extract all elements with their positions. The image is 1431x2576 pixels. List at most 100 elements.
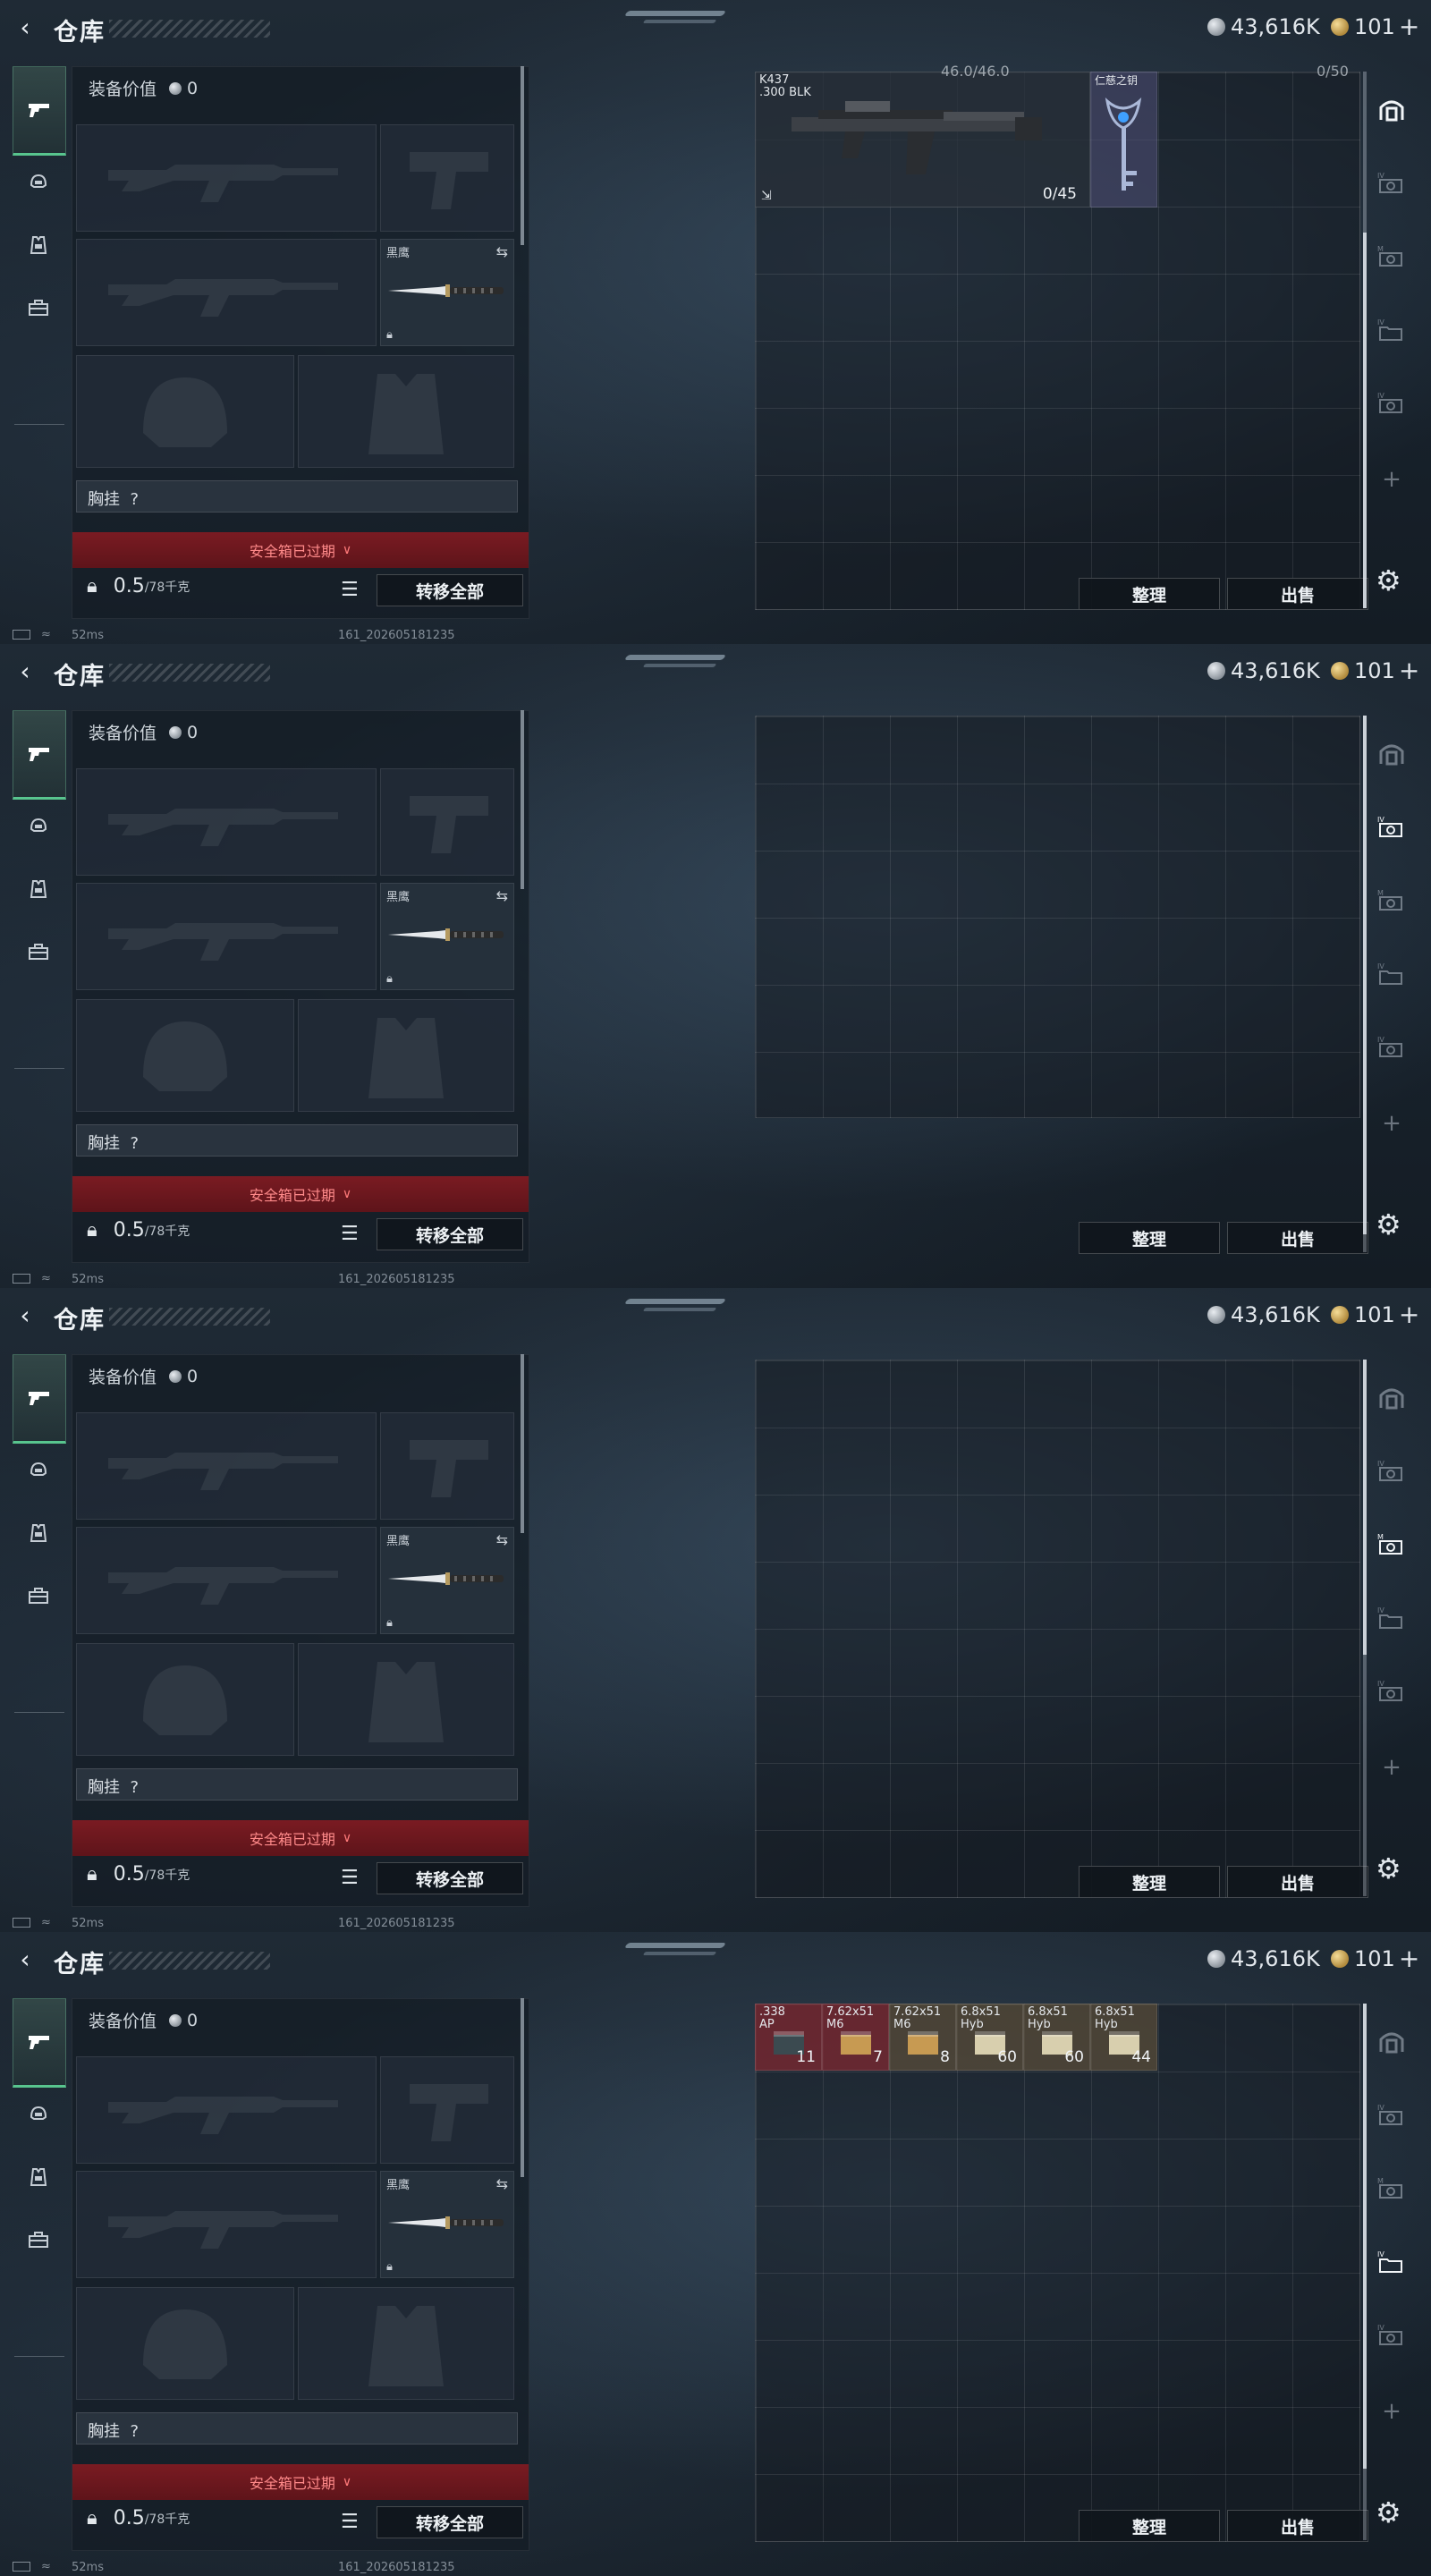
settings-gear-icon[interactable]: ⚙ bbox=[1376, 564, 1401, 597]
tab-stash-page-1[interactable]: IV bbox=[1370, 1449, 1413, 1492]
tab-armor[interactable] bbox=[13, 1506, 64, 1560]
tab-backpack[interactable] bbox=[13, 281, 64, 335]
tab-backpack[interactable] bbox=[13, 1569, 64, 1623]
swap-icon[interactable]: ⇆ bbox=[496, 243, 508, 260]
stash-item-ammo[interactable]: 7.62x51 M6 7 bbox=[822, 2004, 889, 2071]
tab-armor[interactable] bbox=[13, 862, 64, 916]
chest-rig-row[interactable]: 胸挂 ? bbox=[76, 2412, 518, 2445]
tab-weapons[interactable] bbox=[13, 1998, 66, 2088]
sort-button[interactable]: 整理 bbox=[1079, 578, 1220, 610]
stash-scrollbar-thumb[interactable] bbox=[1363, 1360, 1367, 1655]
stash-item-ammo[interactable]: 6.8x51 Hyb 44 bbox=[1090, 2004, 1157, 2071]
add-currency-plus-icon[interactable]: + bbox=[1399, 14, 1419, 39]
tab-stash-page-2[interactable]: M bbox=[1370, 2166, 1413, 2209]
tab-stash-page-3[interactable]: IV bbox=[1370, 2240, 1413, 2283]
gold-currency[interactable]: 101 + bbox=[1331, 658, 1419, 683]
list-icon[interactable]: ☰ bbox=[341, 2511, 359, 2533]
safe-box-expired-banner[interactable]: 安全箱已过期 ∨ bbox=[72, 1820, 529, 1856]
gold-currency[interactable]: 101 + bbox=[1331, 1946, 1419, 1971]
tab-stash-home[interactable] bbox=[1370, 2020, 1413, 2063]
stash-grid[interactable] bbox=[755, 716, 1360, 1118]
sell-button[interactable]: 出售 bbox=[1227, 2510, 1368, 2542]
melee-slot[interactable]: 黑鹰 ⇆ 🔒︎ bbox=[380, 2171, 514, 2278]
tab-stash-page-1[interactable]: IV bbox=[1370, 161, 1413, 204]
tab-helmet[interactable] bbox=[13, 2088, 64, 2141]
tab-weapons[interactable] bbox=[13, 66, 66, 156]
sort-button[interactable]: 整理 bbox=[1079, 2510, 1220, 2542]
pistol-slot[interactable] bbox=[380, 768, 514, 876]
tab-stash-home[interactable] bbox=[1370, 88, 1413, 131]
tab-weapons[interactable] bbox=[13, 710, 66, 800]
add-currency-plus-icon[interactable]: + bbox=[1399, 1302, 1419, 1327]
add-currency-plus-icon[interactable]: + bbox=[1399, 1946, 1419, 1971]
primary-weapon-slot[interactable] bbox=[76, 1412, 377, 1520]
tab-stash-page-1[interactable]: IV bbox=[1370, 2093, 1413, 2136]
tab-stash-page-3[interactable]: IV bbox=[1370, 308, 1413, 351]
sort-button[interactable]: 整理 bbox=[1079, 1866, 1220, 1898]
sell-button[interactable]: 出售 bbox=[1227, 1866, 1368, 1898]
pistol-slot[interactable] bbox=[380, 124, 514, 232]
stash-scrollbar-thumb[interactable] bbox=[1363, 716, 1367, 1234]
tab-stash-page-3[interactable]: IV bbox=[1370, 952, 1413, 995]
primary-weapon-slot[interactable] bbox=[76, 768, 377, 876]
tab-stash-page-2[interactable]: M bbox=[1370, 878, 1413, 921]
add-stash-page-plus-icon[interactable]: + bbox=[1370, 1102, 1413, 1145]
stash-scrollbar[interactable] bbox=[1363, 1360, 1367, 1896]
tab-weapons[interactable] bbox=[13, 1354, 66, 1444]
transfer-all-button[interactable]: 转移全部 bbox=[377, 574, 523, 606]
equipment-scrollbar[interactable] bbox=[521, 1354, 524, 1533]
add-stash-page-plus-icon[interactable]: + bbox=[1370, 1746, 1413, 1789]
swap-icon[interactable]: ⇆ bbox=[496, 2175, 508, 2192]
stash-item-rifle[interactable]: K437.300 BLK ⇲ 0/45 bbox=[755, 72, 1090, 208]
tab-helmet[interactable] bbox=[13, 800, 64, 853]
tab-helmet[interactable] bbox=[13, 1444, 64, 1497]
list-icon[interactable]: ☰ bbox=[341, 1867, 359, 1889]
add-stash-page-plus-icon[interactable]: + bbox=[1370, 2390, 1413, 2433]
helmet-slot[interactable] bbox=[76, 2287, 294, 2400]
stash-grid[interactable] bbox=[755, 2004, 1360, 2542]
primary-weapon-slot[interactable] bbox=[76, 2056, 377, 2164]
sell-button[interactable]: 出售 bbox=[1227, 1222, 1368, 1254]
armor-slot[interactable] bbox=[298, 1643, 514, 1756]
transfer-all-button[interactable]: 转移全部 bbox=[377, 1218, 523, 1250]
stash-grid[interactable] bbox=[755, 1360, 1360, 1898]
stash-item-ammo[interactable]: 6.8x51 Hyb 60 bbox=[1023, 2004, 1090, 2071]
tab-stash-home[interactable] bbox=[1370, 732, 1413, 775]
tab-stash-home[interactable] bbox=[1370, 1376, 1413, 1419]
stash-item-ammo[interactable]: 6.8x51 Hyb 60 bbox=[956, 2004, 1023, 2071]
stash-scrollbar-thumb[interactable] bbox=[1363, 2004, 1367, 2469]
tab-stash-page-4[interactable]: IV bbox=[1370, 381, 1413, 424]
stash-item-key[interactable]: 仁慈之钥 bbox=[1090, 72, 1157, 208]
safe-box-expired-banner[interactable]: 安全箱已过期 ∨ bbox=[72, 2464, 529, 2500]
sell-button[interactable]: 出售 bbox=[1227, 578, 1368, 610]
chest-rig-row[interactable]: 胸挂 ? bbox=[76, 1124, 518, 1157]
secondary-weapon-slot[interactable] bbox=[76, 239, 377, 346]
tab-stash-page-4[interactable]: IV bbox=[1370, 1025, 1413, 1068]
secondary-weapon-slot[interactable] bbox=[76, 1527, 377, 1634]
settings-gear-icon[interactable]: ⚙ bbox=[1376, 1208, 1401, 1241]
pistol-slot[interactable] bbox=[380, 1412, 514, 1520]
chest-rig-row[interactable]: 胸挂 ? bbox=[76, 480, 518, 513]
transfer-all-button[interactable]: 转移全部 bbox=[377, 1862, 523, 1894]
primary-weapon-slot[interactable] bbox=[76, 124, 377, 232]
tab-backpack[interactable] bbox=[13, 925, 64, 979]
melee-slot[interactable]: 黑鹰 ⇆ 🔒︎ bbox=[380, 1527, 514, 1634]
melee-slot[interactable]: 黑鹰 ⇆ 🔒︎ bbox=[380, 883, 514, 990]
stash-item-ammo[interactable]: .338 AP 11 bbox=[755, 2004, 822, 2071]
back-arrow-icon[interactable]: ‹ bbox=[13, 13, 38, 42]
list-icon[interactable]: ☰ bbox=[341, 1223, 359, 1245]
pistol-slot[interactable] bbox=[380, 2056, 514, 2164]
gold-currency[interactable]: 101 + bbox=[1331, 1302, 1419, 1327]
stash-scrollbar[interactable] bbox=[1363, 716, 1367, 1252]
tab-stash-page-4[interactable]: IV bbox=[1370, 1669, 1413, 1712]
settings-gear-icon[interactable]: ⚙ bbox=[1376, 2496, 1401, 2529]
list-icon[interactable]: ☰ bbox=[341, 579, 359, 601]
equipment-scrollbar[interactable] bbox=[521, 1998, 524, 2177]
swap-icon[interactable]: ⇆ bbox=[496, 887, 508, 904]
tab-armor[interactable] bbox=[13, 2150, 64, 2204]
equipment-scrollbar[interactable] bbox=[521, 66, 524, 245]
secondary-weapon-slot[interactable] bbox=[76, 883, 377, 990]
secondary-weapon-slot[interactable] bbox=[76, 2171, 377, 2278]
stash-scrollbar[interactable] bbox=[1363, 72, 1367, 608]
armor-slot[interactable] bbox=[298, 355, 514, 468]
